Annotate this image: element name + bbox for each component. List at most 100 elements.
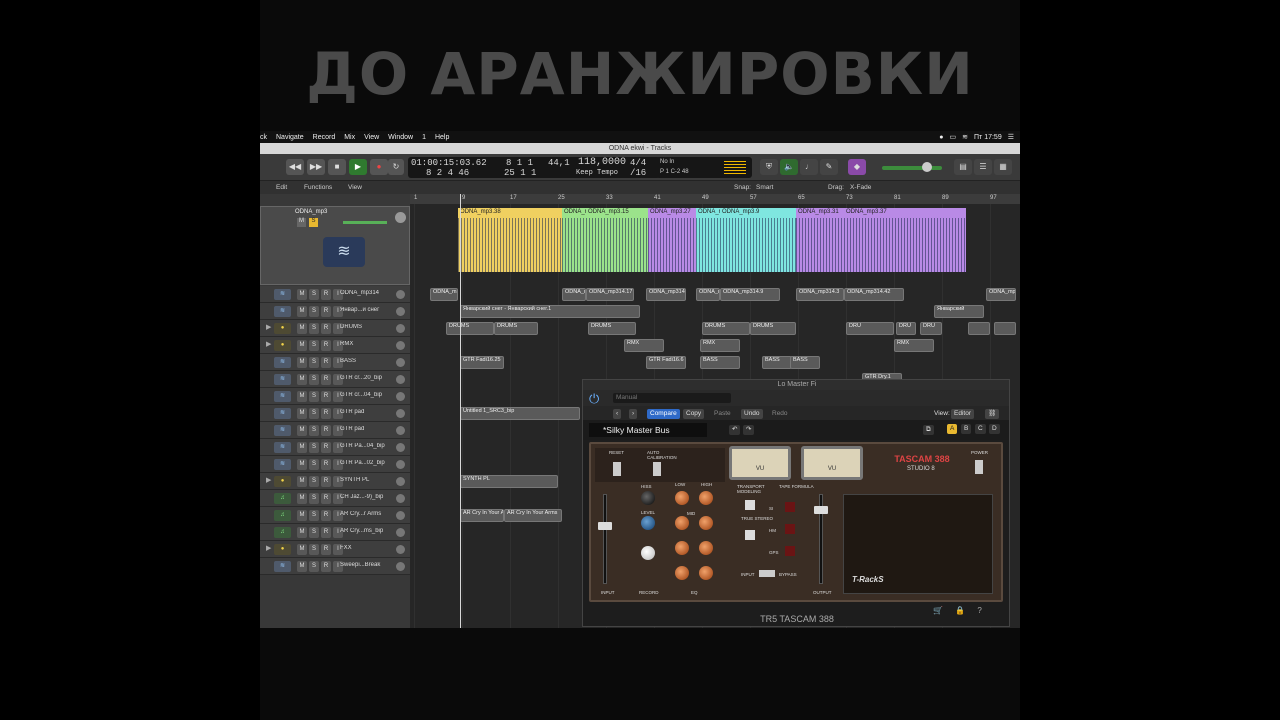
track-region[interactable]: SYNTH PL [460, 475, 558, 488]
track-header-row[interactable]: ≋ M S R I GTR cr...04_bip [260, 388, 410, 405]
eq-knob-7[interactable] [675, 566, 689, 580]
track-region[interactable]: AR Cry In Your Arms [504, 509, 562, 522]
eq-knob-5[interactable] [675, 541, 689, 555]
paste-button[interactable]: Paste [711, 409, 734, 419]
true-stereo-button[interactable] [745, 530, 755, 540]
auto-calibration-switch[interactable] [653, 462, 661, 476]
mute-button[interactable]: M [297, 425, 307, 436]
track-name[interactable]: AR Cry...r Arms [340, 511, 395, 517]
track-name[interactable]: SYNTH PL [340, 477, 395, 483]
tape-gps-button[interactable] [785, 546, 795, 556]
eq-knob-6[interactable] [699, 541, 713, 555]
slot-d[interactable]: D [989, 424, 1000, 434]
track-region[interactable]: ODNA_mp314.42 [844, 288, 904, 301]
pan-knob[interactable] [396, 290, 405, 299]
menu-mix[interactable]: Mix [344, 134, 355, 141]
slot-c[interactable]: C [975, 424, 986, 434]
functions-menu[interactable]: Functions [304, 184, 332, 191]
audio-region[interactable]: ODNA_m [696, 208, 720, 272]
eq-knob-4[interactable] [699, 516, 713, 530]
audio-region[interactable]: ODNA_mp3.9 [720, 208, 796, 272]
menu-record[interactable]: Record [313, 134, 336, 141]
eq-knob-3[interactable] [675, 516, 689, 530]
clock[interactable]: Пт 17:59 [974, 134, 1002, 141]
tape-si-button[interactable] [785, 502, 795, 512]
solo-button[interactable]: S [309, 493, 319, 504]
record-enable-button[interactable]: R [321, 544, 331, 555]
master-volume-slider[interactable] [882, 166, 942, 170]
mute-button[interactable]: M [297, 459, 307, 470]
lcd-display[interactable]: 01:00:15:03.62 8 2 4 46 8 1 1 25 1 1 44,… [408, 157, 660, 178]
track-header-row[interactable]: ≋ M S R I Sweepi...Break [260, 558, 410, 575]
master-volume-knob[interactable] [922, 162, 932, 172]
track-region[interactable]: ODNA_mp314.29 [646, 288, 686, 301]
solo-button[interactable]: S [309, 527, 319, 538]
track-region[interactable]: DRUMS [446, 322, 494, 335]
track-region[interactable]: Январский [934, 305, 984, 318]
record-enable-button[interactable]: R [321, 374, 331, 385]
track-name[interactable]: GTR cr...04_bip [340, 392, 395, 398]
track-header-row[interactable]: ▶ ● M S R I SYNTH PL [260, 473, 410, 490]
track-name[interactable]: ODNA_mp314 [340, 290, 395, 296]
track-region[interactable]: ODNA_m [430, 288, 458, 301]
solo-button[interactable]: S [309, 425, 319, 436]
compare-button[interactable]: Compare [647, 409, 680, 419]
pan-knob[interactable] [396, 494, 405, 503]
menu-item-ck[interactable]: ck [260, 134, 267, 141]
track-region[interactable]: ODNA_m [562, 288, 586, 301]
track-header-row[interactable]: ≋ M S R I ODNA_mp314 [260, 286, 410, 303]
link-icon[interactable]: ⛓ [985, 409, 1000, 419]
track-name[interactable]: Sweepi...Break [340, 562, 395, 568]
track-header-row[interactable]: ▶ ● M S R I DRUMS [260, 320, 410, 337]
track-header-row[interactable]: ≋ M S R I Январ...й снег [260, 303, 410, 320]
power-switch[interactable] [975, 460, 983, 474]
record-enable-button[interactable]: R [321, 510, 331, 521]
record-status-icon[interactable]: ● [939, 134, 943, 141]
record-enable-button[interactable]: R [321, 459, 331, 470]
track-region[interactable]: DRU [920, 322, 942, 335]
pan-knob[interactable] [396, 341, 405, 350]
menu-window[interactable]: Window [388, 134, 413, 141]
mute-button[interactable]: M [297, 544, 307, 555]
audio-region[interactable]: ODNA_mp3.27 [648, 208, 696, 272]
transport-modeling-button[interactable] [745, 500, 755, 510]
solo-button[interactable]: S [309, 357, 319, 368]
track-name[interactable]: GTR pad [340, 426, 395, 432]
redo-button[interactable]: Redo [769, 409, 791, 419]
track-region[interactable] [994, 322, 1016, 335]
preset-name[interactable]: *Silky Master Bus [589, 423, 707, 437]
solo-button[interactable]: S [309, 289, 319, 300]
track-header-row[interactable]: ≋ M S R I BASS [260, 354, 410, 371]
solo-button[interactable]: S [309, 408, 319, 419]
solo-button[interactable]: S [309, 459, 319, 470]
mute-button[interactable]: M [297, 527, 307, 538]
shield-icon[interactable]: ⛨ [760, 159, 778, 175]
forward-button[interactable]: ▶▶ [307, 159, 325, 175]
audio-region[interactable]: ODNA_mp3.37 [844, 208, 966, 272]
track-region[interactable]: GTR Fadi16.25 [460, 356, 504, 369]
track-header-row[interactable]: ▶ ● M S R I FXX [260, 541, 410, 558]
track-region[interactable]: BASS [700, 356, 740, 369]
pan-knob[interactable] [396, 443, 405, 452]
pan-knob[interactable] [396, 545, 405, 554]
track-header-row[interactable]: ≋ M S R I GTR pad [260, 405, 410, 422]
eq-knob-8[interactable] [699, 566, 713, 580]
snap-select[interactable]: Smart [756, 184, 773, 191]
solo-button[interactable]: S [309, 544, 319, 555]
track-header-row[interactable]: ≋ M S R I GTR pad [260, 422, 410, 439]
track-name[interactable]: BASS [340, 358, 395, 364]
undo-button[interactable]: Undo [741, 409, 763, 419]
output-fader[interactable] [814, 506, 828, 514]
solo-button[interactable]: S [309, 374, 319, 385]
input-repro-switch[interactable] [759, 570, 775, 577]
record-button[interactable]: ● [370, 159, 388, 175]
track-name[interactable]: RMX [340, 341, 395, 347]
edit-menu[interactable]: Edit [276, 184, 287, 191]
solo-button[interactable]: S [309, 306, 319, 317]
record-enable-button[interactable]: R [321, 425, 331, 436]
record-enable-button[interactable]: R [321, 357, 331, 368]
pan-knob[interactable] [396, 358, 405, 367]
slot-a[interactable]: A [947, 424, 958, 434]
track-region[interactable]: Untitled 1_SRC3_bip [460, 407, 580, 420]
mute-button[interactable]: M [297, 391, 307, 402]
